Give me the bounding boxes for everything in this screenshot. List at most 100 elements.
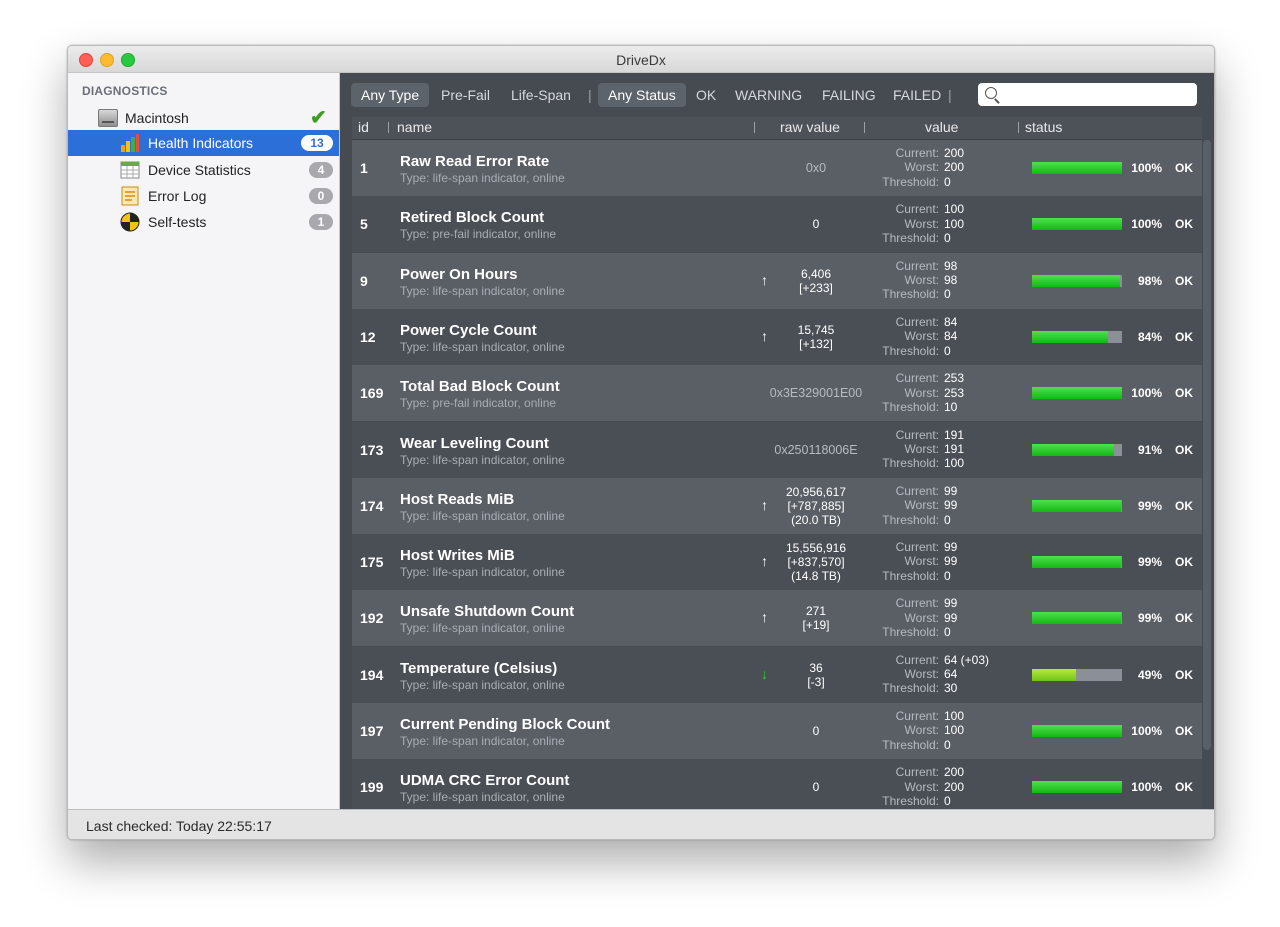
filter-any-status[interactable]: Any Status [598, 83, 686, 107]
filter-separator: | [948, 87, 952, 103]
value-worst: 84 [944, 329, 958, 344]
column-name[interactable]: name [397, 119, 432, 135]
health-bar [1032, 499, 1122, 512]
health-percent: 100% [1131, 386, 1162, 401]
filter-failing[interactable]: FAILING [812, 83, 886, 107]
value-threshold: 0 [944, 174, 951, 189]
value-label-worst: Worst: [904, 272, 939, 287]
column-raw-value[interactable]: raw value [780, 119, 840, 135]
health-bar [1032, 612, 1122, 625]
value-worst: 64 [944, 667, 958, 682]
status-label: OK [1175, 555, 1193, 570]
main-panel: Any Type Pre-Fail Life-Span | Any Status… [340, 73, 1214, 809]
value-label-current: Current: [895, 540, 939, 555]
count-badge: 0 [309, 188, 333, 204]
sidebar-item-self-tests[interactable]: Self-tests 1 [68, 209, 339, 235]
value-threshold: 0 [944, 794, 951, 809]
health-bar-fill [1032, 781, 1122, 794]
attribute-id: 5 [360, 216, 368, 233]
sidebar-item-macintosh[interactable]: Macintosh ✔ [98, 107, 338, 129]
status-label: OK [1175, 442, 1193, 457]
attribute-name: Total Bad Block Count [400, 378, 560, 396]
value-current: 200 [944, 765, 965, 780]
health-bar-fill [1032, 387, 1122, 400]
status-label: OK [1175, 724, 1193, 738]
value-current: 99 [944, 540, 958, 555]
filter-ok[interactable]: OK [686, 83, 726, 107]
filter-failed[interactable]: FAILED [883, 83, 951, 107]
table-row[interactable]: 1 Raw Read Error Rate Type: life-span indi… [352, 140, 1202, 196]
table-row[interactable]: 175 Host Writes MiB Type: life-span indica… [352, 534, 1202, 591]
value-label-worst: Worst: [904, 554, 939, 569]
attribute-id: 9 [360, 272, 368, 289]
column-divider[interactable] [754, 122, 755, 133]
attribute-id: 174 [360, 497, 384, 514]
attribute-name: Retired Block Count [400, 209, 545, 227]
search-field[interactable] [978, 83, 1197, 106]
value-label-threshold: Threshold: [882, 625, 939, 640]
value-threshold: 0 [944, 625, 951, 640]
filter-life-span[interactable]: Life-Span [501, 83, 581, 107]
attribute-name: Host Reads MiB [400, 490, 515, 508]
value-label-current: Current: [895, 596, 939, 611]
health-bar-fill [1032, 612, 1122, 625]
table-row[interactable]: 5 Retired Block Count Type: pre-fail indic… [352, 196, 1202, 253]
attribute-name: Host Writes MiB [400, 547, 515, 565]
sidebar-item-device-statistics[interactable]: Device Statistics 4 [68, 157, 339, 183]
status-label: OK [1175, 667, 1193, 682]
attribute-name: Power Cycle Count [400, 321, 537, 339]
table-row[interactable]: 192 Unsafe Shutdown Count Type: life-span … [352, 590, 1202, 647]
table-row[interactable]: 194 Temperature (Celsius) Type: life-span … [352, 646, 1202, 703]
value-current: 84 [944, 314, 958, 329]
value-label-threshold: Threshold: [882, 399, 939, 414]
hard-drive-icon [98, 109, 118, 127]
column-status[interactable]: status [1025, 119, 1062, 135]
health-percent: 100% [1131, 161, 1162, 175]
attribute-name: Current Pending Block Count [400, 716, 610, 733]
table-row[interactable]: 173 Wear Leveling Count Type: life-span in… [352, 421, 1202, 478]
count-badge: 13 [301, 135, 333, 151]
health-bar [1032, 443, 1122, 456]
table-row[interactable]: 12 Power Cycle Count Type: life-span indic… [352, 308, 1202, 365]
table-row[interactable]: 199 UDMA CRC Error Count Type: life-span i… [352, 759, 1202, 809]
sidebar-item-health-indicators[interactable]: Health Indicators 13 [68, 130, 339, 156]
filter-warning[interactable]: WARNING [725, 83, 812, 107]
value-label-current: Current: [895, 709, 939, 723]
attribute-type: Type: pre-fail indicator, online [400, 396, 557, 411]
filter-any-type[interactable]: Any Type [351, 83, 430, 107]
trend-up-icon: ↑ [761, 271, 768, 288]
vertical-scrollbar[interactable] [1203, 140, 1211, 750]
health-bar-fill [1032, 499, 1122, 512]
sidebar-item-error-log[interactable]: Error Log 0 [68, 183, 339, 209]
column-divider[interactable] [1018, 122, 1019, 133]
trend-up-icon: ↑ [761, 496, 768, 513]
table-row[interactable]: 169 Total Bad Block Count Type: pre-fail i… [352, 365, 1202, 422]
filter-pre-fail[interactable]: Pre-Fail [431, 83, 500, 107]
value-label-threshold: Threshold: [882, 794, 939, 809]
column-divider[interactable] [864, 122, 865, 133]
column-value[interactable]: value [925, 119, 958, 135]
column-divider[interactable] [388, 122, 389, 133]
value-label-threshold: Threshold: [882, 174, 939, 189]
health-bar [1032, 668, 1122, 681]
status-label: OK [1175, 217, 1193, 232]
drive-label: Macintosh [125, 110, 189, 126]
value-threshold: 0 [944, 568, 951, 583]
column-id[interactable]: id [358, 119, 369, 135]
attribute-id: 197 [360, 723, 384, 739]
value-label-worst: Worst: [904, 385, 939, 400]
attribute-id: 192 [360, 610, 384, 627]
value-label-threshold: Threshold: [882, 512, 939, 527]
value-label-worst: Worst: [904, 723, 939, 738]
value-threshold: 0 [944, 231, 951, 246]
table-icon [120, 161, 140, 179]
table-row[interactable]: 9 Power On Hours Type: life-span indicator… [352, 252, 1202, 309]
health-bar [1032, 218, 1122, 231]
table-row[interactable]: 197 Current Pending Block Count Type: life… [352, 703, 1202, 759]
trend-up-icon: ↑ [761, 609, 768, 626]
value-label-worst: Worst: [904, 610, 939, 625]
count-badge: 1 [309, 214, 333, 230]
value-threshold: 100 [944, 456, 965, 471]
health-percent: 100% [1131, 217, 1162, 232]
table-row[interactable]: 174 Host Reads MiB Type: life-span indicat… [352, 477, 1202, 534]
